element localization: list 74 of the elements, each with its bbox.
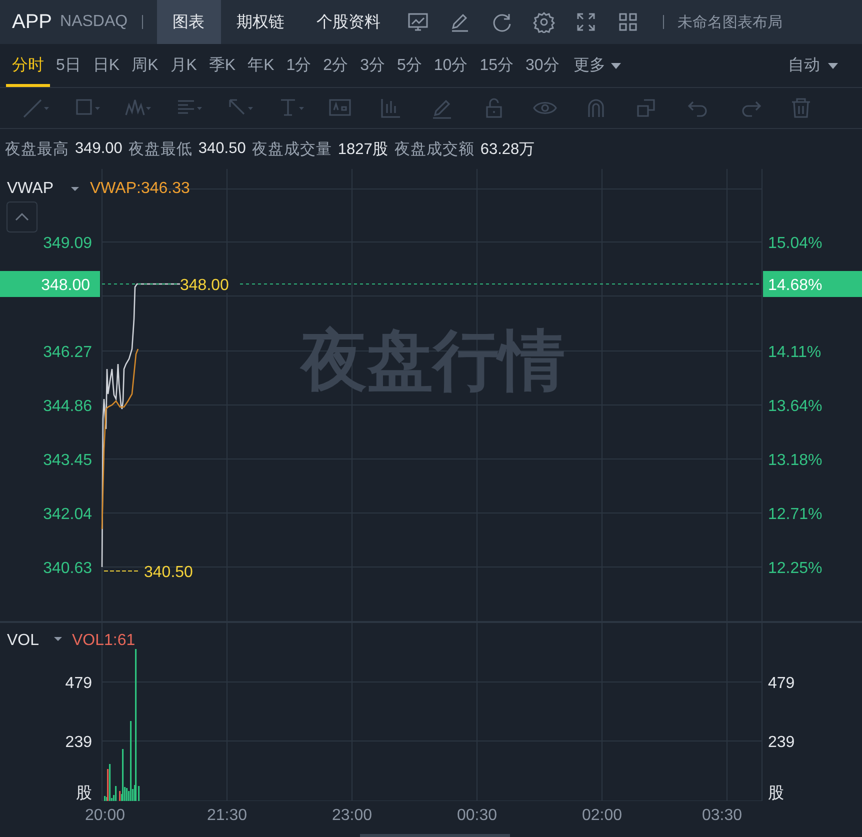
price-tick: 349.09 xyxy=(43,235,92,252)
time-label: 23:00 xyxy=(332,807,372,824)
caret-icon[interactable] xyxy=(71,187,79,191)
price-tick: 340.63 xyxy=(43,560,92,577)
percent-tick: 12.25% xyxy=(768,560,822,577)
stat-value: 63.28万 xyxy=(480,140,536,160)
indicator-name[interactable]: VWAP xyxy=(7,180,54,197)
view-tab[interactable]: 图表 xyxy=(156,0,221,44)
collapse-button[interactable] xyxy=(6,202,38,232)
volume-value: VOL1:61 xyxy=(72,632,136,649)
time-label: 21:30 xyxy=(206,807,248,824)
time-label: 03:30 xyxy=(702,807,742,824)
caret-icon[interactable] xyxy=(54,637,62,641)
layout-name[interactable]: 未命名图表布局 xyxy=(678,12,783,32)
time-label: 02:00 xyxy=(582,807,622,824)
current-price-tag: 348.00 xyxy=(0,271,100,297)
indicator-name[interactable]: VOL xyxy=(7,632,40,649)
price-tick: 346.27 xyxy=(43,344,92,361)
percent-tick: 15.04% xyxy=(768,235,822,252)
scrollbar[interactable] xyxy=(360,834,510,837)
period-tab[interactable]: 周K xyxy=(126,44,164,87)
fullscreen-icon[interactable] xyxy=(574,11,597,33)
stat-label: 夜盘最高 xyxy=(5,140,69,160)
caret-icon xyxy=(611,62,622,68)
ticker-symbol: APP xyxy=(12,10,52,34)
grid-layout-icon[interactable] xyxy=(616,11,639,33)
percent-tick: 13.18% xyxy=(768,452,822,469)
stat-label: 夜盘成交额 xyxy=(394,140,474,160)
period-tab[interactable]: 年K xyxy=(242,44,280,87)
price-tick: 344.86 xyxy=(43,398,92,415)
period-tab[interactable]: 季K xyxy=(202,44,242,87)
period-tab[interactable]: 2分 xyxy=(317,44,354,87)
price-tick: 342.04 xyxy=(43,506,92,523)
stat-value: 349.00 xyxy=(75,140,122,158)
percent-tick: 12.71% xyxy=(768,506,822,523)
volume-tick: 股 xyxy=(768,785,784,801)
volume-tick: 239 xyxy=(768,734,795,751)
percent-tick: 14.11% xyxy=(768,344,822,361)
percent-tick: 13.64% xyxy=(768,398,822,415)
volume-tick: 股 xyxy=(76,785,92,801)
vwap-value: VWAP:346.33 xyxy=(90,180,190,197)
period-tab[interactable]: 日K xyxy=(86,44,126,87)
refresh-icon[interactable] xyxy=(490,11,513,33)
volume-tick: 239 xyxy=(65,734,92,751)
exchange-label: NASDAQ xyxy=(60,13,128,31)
price-tick: 343.45 xyxy=(43,452,92,469)
view-tab[interactable]: 个股资料 xyxy=(300,0,397,44)
low-marker-line xyxy=(104,570,138,572)
stat-value: 1827股 xyxy=(338,140,388,160)
period-tab[interactable]: 分时 xyxy=(6,44,50,87)
current-percent-tag: 14.68% xyxy=(763,271,862,297)
period-tab[interactable]: 15分 xyxy=(474,44,520,87)
view-tab[interactable]: 期权链 xyxy=(220,0,301,44)
period-tab[interactable]: 30分 xyxy=(519,44,566,87)
low-marker-label: 340.50 xyxy=(144,564,193,581)
more-menu[interactable]: 更多 xyxy=(573,55,606,76)
period-tab[interactable]: 3分 xyxy=(354,44,391,87)
period-tab[interactable]: 5分 xyxy=(390,44,428,87)
stat-label: 夜盘最低 xyxy=(128,140,192,160)
period-tab[interactable]: 月K xyxy=(164,44,203,87)
caret-icon xyxy=(828,62,838,68)
monitor-chart-icon[interactable] xyxy=(406,11,429,33)
period-tab[interactable]: 5日 xyxy=(50,44,87,87)
stat-value: 340.50 xyxy=(198,140,246,158)
time-label: 20:00 xyxy=(84,807,126,824)
high-marker-label: 348.00 xyxy=(180,277,229,294)
settings-icon[interactable] xyxy=(532,11,555,33)
time-label: 00:30 xyxy=(456,807,498,824)
stat-label: 夜盘成交量 xyxy=(252,140,332,160)
volume-tick: 479 xyxy=(65,675,92,692)
period-tab[interactable]: 10分 xyxy=(428,44,474,87)
period-tab[interactable]: 1分 xyxy=(280,44,318,87)
volume-tick: 479 xyxy=(768,675,795,692)
scale-mode-menu[interactable]: 自动 xyxy=(788,55,820,76)
